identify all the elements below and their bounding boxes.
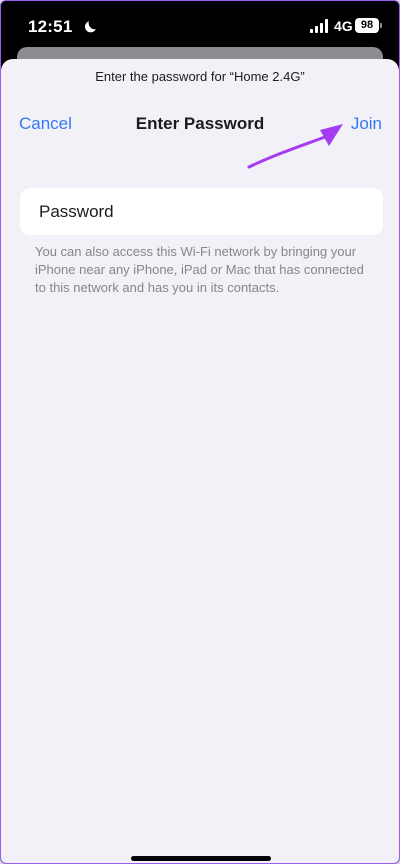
moon-icon bbox=[85, 21, 96, 33]
home-indicator[interactable] bbox=[131, 856, 271, 861]
status-bar: 12:51 4G 98 bbox=[1, 1, 399, 53]
signal-icon bbox=[310, 19, 328, 33]
password-input[interactable] bbox=[20, 188, 383, 235]
password-prompt: Enter the password for “Home 2.4G” bbox=[95, 69, 305, 84]
battery-cap bbox=[380, 23, 382, 28]
network-type: 4G bbox=[334, 18, 353, 34]
join-button[interactable]: Join bbox=[351, 114, 382, 134]
password-field[interactable] bbox=[20, 188, 383, 235]
status-time: 12:51 bbox=[28, 17, 73, 36]
annotation-arrow-icon bbox=[247, 124, 343, 169]
battery-icon: 98 bbox=[355, 18, 379, 33]
password-sheet: Enter the password for “Home 2.4G” Cance… bbox=[1, 59, 399, 863]
phone-screen: 12:51 4G 98 Enter the password for “Home… bbox=[0, 0, 400, 864]
info-text: You can also access this Wi-Fi network b… bbox=[35, 244, 364, 295]
